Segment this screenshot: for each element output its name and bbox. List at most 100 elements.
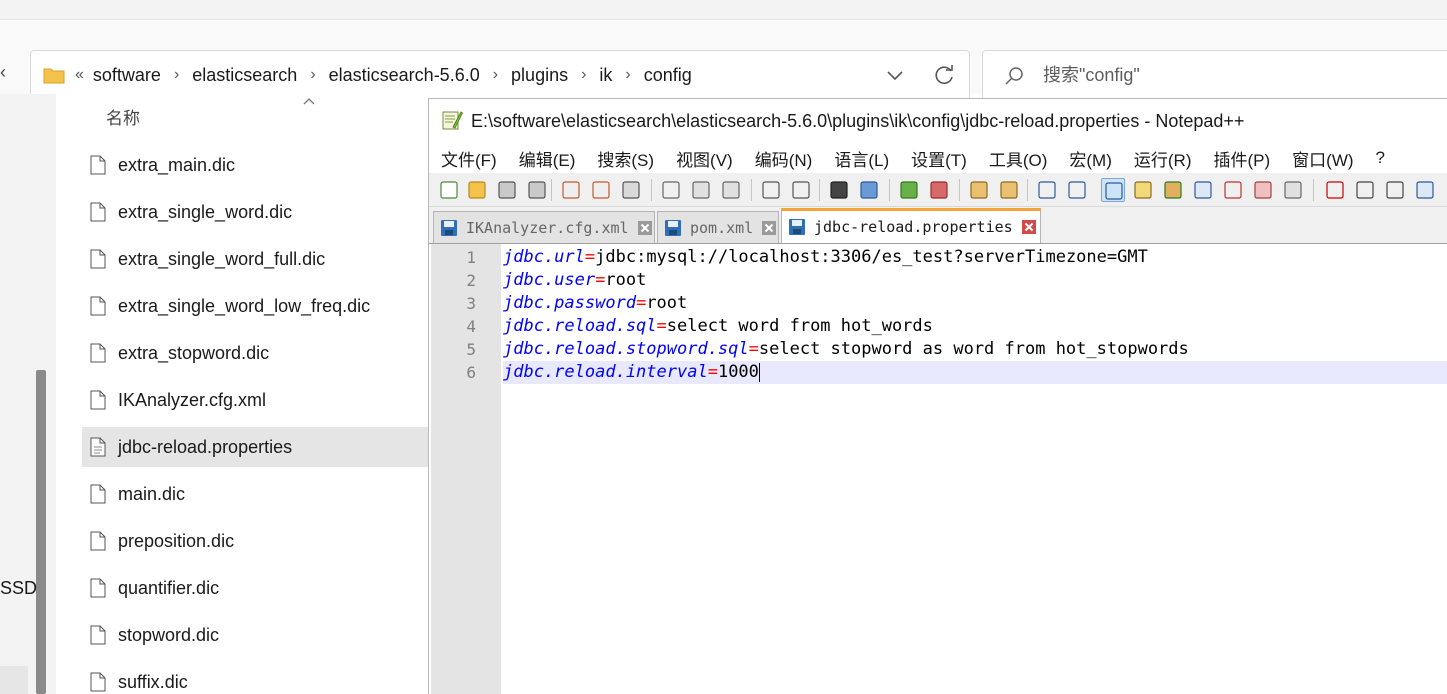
- menu-item[interactable]: 语言(L): [834, 146, 889, 171]
- show-all-chars-icon[interactable]: [1065, 178, 1089, 202]
- menu-item[interactable]: 搜索(S): [597, 146, 654, 171]
- code-line[interactable]: jdbc.reload.sql=select word from hot_wor…: [503, 315, 1447, 338]
- code-line[interactable]: jdbc.reload.stopword.sql=select stopword…: [503, 338, 1447, 361]
- sync-horizontal-icon[interactable]: [997, 178, 1021, 202]
- code-line[interactable]: jdbc.reload.interval=1000: [503, 361, 1447, 384]
- menu-item[interactable]: 插件(P): [1213, 146, 1270, 171]
- file-row[interactable]: preposition.dic: [82, 521, 432, 561]
- file-row[interactable]: main.dic: [82, 474, 432, 514]
- function-list-icon[interactable]: [1191, 178, 1215, 202]
- menu-item[interactable]: ?: [1376, 148, 1385, 168]
- address-bar[interactable]: « software › elasticsearch › elasticsear…: [30, 50, 970, 100]
- code-line[interactable]: jdbc.user=root: [503, 269, 1447, 292]
- file-name: extra_single_word_full.dic: [118, 248, 326, 269]
- file-row[interactable]: IKAnalyzer.cfg.xml: [82, 380, 432, 420]
- menu-item[interactable]: 工具(O): [989, 146, 1048, 171]
- doc-map-icon[interactable]: [1161, 178, 1185, 202]
- user-lang-icon[interactable]: [1131, 178, 1155, 202]
- breadcrumb-elasticsearch[interactable]: elasticsearch: [192, 65, 297, 86]
- menu-item[interactable]: 视图(V): [676, 146, 733, 171]
- nav-scrollbar[interactable]: [36, 370, 46, 694]
- breadcrumb-config[interactable]: config: [644, 65, 692, 86]
- column-header-name[interactable]: 名称: [106, 104, 140, 129]
- file-row[interactable]: extra_single_word_full.dic: [82, 239, 432, 279]
- close-icon[interactable]: [637, 220, 653, 236]
- notepadpp-titlebar[interactable]: E:\software\elasticsearch\elasticsearch-…: [429, 99, 1447, 143]
- paste-icon[interactable]: [719, 178, 743, 202]
- close-icon[interactable]: [1021, 219, 1037, 235]
- copy-icon[interactable]: [689, 178, 713, 202]
- toolbar-separator: [959, 179, 960, 201]
- chevron-right-icon[interactable]: ›: [310, 66, 315, 84]
- folder-as-workspace-icon[interactable]: [1221, 178, 1245, 202]
- undo-icon[interactable]: [759, 178, 783, 202]
- navigation-pane[interactable]: [0, 94, 56, 694]
- close-all-icon[interactable]: [589, 178, 613, 202]
- code-line[interactable]: jdbc.url=jdbc:mysql://localhost:3306/es_…: [503, 246, 1447, 269]
- menu-item[interactable]: 宏(M): [1069, 146, 1111, 171]
- file-icon: [90, 437, 106, 457]
- tab-pom-xml[interactable]: pom.xml: [657, 211, 779, 243]
- file-name: jdbc-reload.properties: [118, 436, 293, 457]
- breadcrumb-software[interactable]: software: [93, 65, 161, 86]
- chevron-right-icon[interactable]: ›: [174, 66, 179, 84]
- sort-ascending-icon[interactable]: [302, 96, 316, 106]
- save-all-icon[interactable]: [525, 178, 549, 202]
- menu-item[interactable]: 窗口(W): [1292, 146, 1353, 171]
- menu-item[interactable]: 编辑(E): [519, 146, 576, 171]
- cut-icon[interactable]: [659, 178, 683, 202]
- search-input[interactable]: 搜索"config": [982, 50, 1447, 100]
- print-icon[interactable]: [619, 178, 643, 202]
- new-file-icon[interactable]: [437, 178, 461, 202]
- file-row[interactable]: stopword.dic: [82, 615, 432, 655]
- file-row[interactable]: extra_single_word.dic: [82, 192, 432, 232]
- chevron-right-icon[interactable]: ›: [493, 66, 498, 84]
- code-editor[interactable]: 123456 jdbc.url=jdbc:mysql://localhost:3…: [429, 243, 1447, 694]
- tab-jdbc-reload-properties[interactable]: jdbc-reload.properties: [781, 208, 1041, 243]
- menu-item[interactable]: 文件(F): [441, 146, 497, 171]
- line-number: 3: [466, 294, 476, 313]
- zoom-out-icon[interactable]: [927, 178, 951, 202]
- breadcrumb-elasticsearch-version[interactable]: elasticsearch-5.6.0: [329, 65, 480, 86]
- breadcrumb-overflow[interactable]: «: [75, 66, 84, 84]
- file-icon: [90, 484, 106, 504]
- monitoring-icon[interactable]: [1251, 178, 1275, 202]
- file-row[interactable]: extra_main.dic: [82, 145, 432, 185]
- save-icon[interactable]: [495, 178, 519, 202]
- redo-icon[interactable]: [789, 178, 813, 202]
- file-row[interactable]: extra_single_word_low_freq.dic: [82, 286, 432, 326]
- find-icon[interactable]: [827, 178, 851, 202]
- tab-ikanalyzer-cfg[interactable]: IKAnalyzer.cfg.xml: [433, 211, 655, 243]
- zoom-in-icon[interactable]: [897, 178, 921, 202]
- replace-icon[interactable]: [857, 178, 881, 202]
- nav-drive-label[interactable]: SSD: [0, 578, 37, 599]
- file-row[interactable]: suffix.dic: [82, 662, 432, 694]
- open-file-icon[interactable]: [465, 178, 489, 202]
- breadcrumb-ik[interactable]: ik: [599, 65, 612, 86]
- eye-icon[interactable]: [1281, 178, 1305, 202]
- indent-guide-icon[interactable]: [1101, 178, 1125, 202]
- word-wrap-icon[interactable]: [1035, 178, 1059, 202]
- file-row[interactable]: quantifier.dic: [82, 568, 432, 608]
- file-row[interactable]: extra_stopword.dic: [82, 333, 432, 373]
- close-file-icon[interactable]: [559, 178, 583, 202]
- file-row[interactable]: jdbc-reload.properties: [82, 427, 432, 467]
- close-icon[interactable]: [761, 220, 777, 236]
- breadcrumb-plugins[interactable]: plugins: [511, 65, 568, 86]
- menu-item[interactable]: 设置(T): [911, 146, 967, 171]
- code-line[interactable]: jdbc.password=root: [503, 292, 1447, 315]
- refresh-icon[interactable]: [931, 63, 957, 89]
- nav-pane-selected-item[interactable]: [0, 666, 28, 694]
- up-arrow-icon[interactable]: ‹: [0, 60, 14, 84]
- chevron-down-icon[interactable]: [883, 63, 907, 87]
- assignment-operator: =: [584, 247, 596, 267]
- record-macro-icon[interactable]: [1323, 178, 1347, 202]
- chevron-right-icon[interactable]: ›: [625, 66, 630, 84]
- play-macro-icon[interactable]: [1383, 178, 1407, 202]
- stop-record-icon[interactable]: [1353, 178, 1377, 202]
- menu-item[interactable]: 编码(N): [755, 146, 813, 171]
- menu-item[interactable]: 运行(R): [1134, 146, 1192, 171]
- chevron-right-icon[interactable]: ›: [581, 66, 586, 84]
- run-macro-multiple-icon[interactable]: [1413, 178, 1437, 202]
- sync-vertical-icon[interactable]: [967, 178, 991, 202]
